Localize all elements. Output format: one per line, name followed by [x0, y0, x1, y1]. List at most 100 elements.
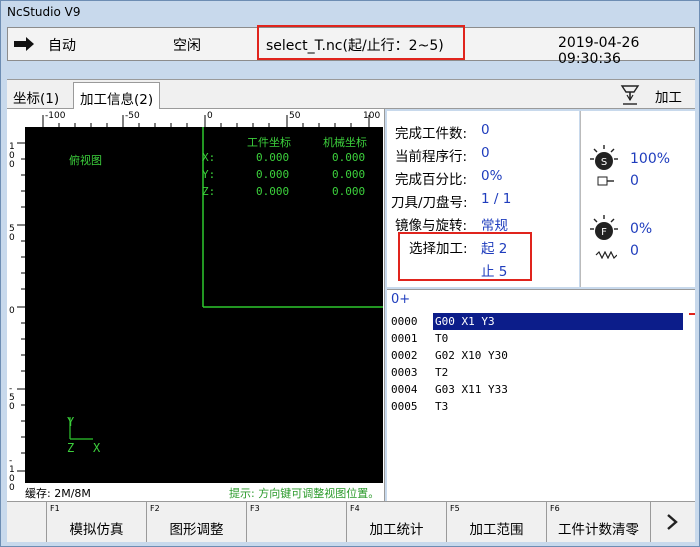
main-window: NcStudio V9 自动 空闲 select_T.nc(起/止行：2~5) … — [0, 0, 700, 547]
tab-machining-info[interactable]: 加工信息(2) — [73, 82, 161, 109]
coord-axis: X: — [202, 151, 216, 164]
fkey-spacer — [7, 502, 47, 542]
coord-machine-value: 0.000 — [332, 185, 366, 198]
spindle-value: 0 — [630, 173, 639, 189]
ruler-left-label: -1 0 0 — [9, 456, 15, 493]
ruler-top-label: 100 — [363, 111, 381, 121]
current-line-value: 0 — [481, 145, 490, 161]
fkey-number: F5 — [450, 504, 460, 513]
line-code: T2 — [435, 366, 449, 379]
ruler-left-label: -5 0 — [9, 384, 15, 412]
fkey-label: 加工统计 — [369, 522, 424, 538]
more-button[interactable] — [651, 502, 695, 542]
coord-machine-value: 0.000 — [332, 168, 366, 181]
toolpath-canvas[interactable]: 俯视图 工件坐标 机械坐标 X: 0.000 0.000 Y: 0.000 0.… — [25, 127, 383, 483]
file-name: select_T.nc(起/止行：2~5) — [266, 38, 444, 54]
fkey-label: 模拟仿真 — [69, 522, 124, 538]
percent-value: 0% — [481, 168, 503, 184]
machine-action-label[interactable]: 加工 — [655, 86, 682, 106]
line-number: 0005 — [391, 400, 418, 413]
line-code: G03 X11 Y33 — [435, 383, 508, 396]
status-bar: 自动 空闲 select_T.nc(起/止行：2~5) 2019-04-26 0… — [7, 25, 695, 67]
ruler-left-label: 0 — [9, 306, 15, 316]
spindle-speed-icon[interactable]: S — [589, 144, 619, 174]
coord-work-value: 0.000 — [256, 168, 290, 181]
coord-work-value: 0.000 — [256, 151, 290, 164]
spindle-feed-panel: S 100% 0 F 0% 0 — [580, 111, 695, 287]
gcode-header: 0+ — [391, 292, 411, 307]
ruler-left: 1 0 0 5 0 0 -5 0 -1 0 0 — [9, 127, 25, 493]
chevron-right-icon — [667, 514, 678, 530]
list-item[interactable]: 0005 T3 — [387, 398, 687, 415]
spindle-tool-icon — [597, 175, 615, 186]
axis-y-label: Y — [67, 415, 75, 429]
list-item[interactable]: 0004 G03 X11 Y33 — [387, 381, 687, 398]
gcode-list[interactable]: 0+ 0000 G00 X1 Y3 0001 T0 0002 G02 X10 Y… — [387, 289, 695, 501]
list-item[interactable]: 0000 G00 X1 Y3 — [387, 313, 687, 330]
line-code: T0 — [435, 332, 449, 345]
line-number: 0004 — [391, 383, 418, 396]
line-number: 0001 — [391, 332, 418, 345]
feed-rate-icon[interactable]: F — [589, 214, 619, 244]
run-state: 空闲 — [173, 38, 201, 54]
f2-graphic-adjust-button[interactable]: F2 图形调整 — [147, 502, 247, 542]
f3-button[interactable]: F3 — [247, 502, 347, 542]
mirror-value: 常规 — [481, 218, 508, 234]
tool-label: 刀具/刀盘号: — [391, 195, 468, 211]
tab-coordinates[interactable]: 坐标(1) — [7, 82, 65, 109]
line-code: T3 — [435, 400, 449, 413]
fkey-label: 加工范围 — [469, 522, 524, 538]
coord-axis: Y: — [202, 168, 216, 181]
feed-icon-letter: F — [601, 227, 607, 238]
mirror-label: 镜像与旋转: — [395, 218, 468, 234]
list-item[interactable]: 0001 T0 — [387, 330, 687, 347]
list-item[interactable]: 0002 G02 X10 Y30 — [387, 347, 687, 364]
tab-bar: 坐标(1) 加工信息(2) 加工 — [7, 79, 695, 109]
feed-wave-icon — [595, 248, 618, 260]
spindle-icon-letter: S — [601, 157, 607, 168]
scroll-marker — [689, 313, 695, 315]
cache-usage: 缓存: 2M/8M — [25, 487, 91, 500]
datetime: 2019-04-26 09:30:36 — [558, 35, 640, 67]
current-line-label: 当前程序行: — [395, 149, 468, 165]
machine-coord-header: 机械坐标 — [323, 136, 367, 149]
fkey-number: F2 — [150, 504, 160, 513]
list-item[interactable]: 0003 T2 — [387, 364, 687, 381]
f5-range-button[interactable]: F5 加工范围 — [447, 502, 547, 542]
line-number: 0003 — [391, 366, 418, 379]
feed-percent: 0% — [630, 221, 653, 237]
line-code: G02 X10 Y30 — [435, 349, 508, 362]
select-start-value: 起 2 — [481, 241, 508, 257]
ruler-top-label: -50 — [125, 111, 140, 121]
function-key-bar: F1 模拟仿真 F2 图形调整 F3 F4 加工统计 F5 加工范围 F6 工件… — [7, 501, 695, 542]
feed-value: 0 — [630, 243, 639, 259]
fkey-number: F1 — [50, 504, 60, 513]
tool-value: 1 / 1 — [481, 191, 512, 207]
view-label: 俯视图 — [69, 154, 102, 167]
select-end-value: 止 5 — [481, 264, 508, 280]
ruler-top-label: 50 — [289, 111, 301, 121]
ruler-top-label: 0 — [207, 111, 213, 121]
f4-statistics-button[interactable]: F4 加工统计 — [347, 502, 447, 542]
spindle-percent: 100% — [630, 151, 671, 167]
machine-icon[interactable] — [619, 83, 641, 107]
line-number: 0000 — [391, 315, 418, 328]
window-title: NcStudio V9 — [7, 5, 81, 19]
run-mode: 自动 — [48, 38, 76, 54]
ruler-top: -100 -50 0 50 100 — [25, 111, 383, 127]
line-number: 0002 — [391, 349, 418, 362]
fkey-number: F4 — [350, 504, 360, 513]
ruler-left-label: 1 0 0 — [9, 142, 15, 170]
fkey-number: F3 — [250, 504, 260, 513]
done-count-label: 完成工件数: — [395, 126, 468, 142]
f6-reset-count-button[interactable]: F6 工件计数清零 — [547, 502, 651, 542]
axis-z-label: Z — [67, 441, 75, 455]
coord-machine-value: 0.000 — [332, 151, 366, 164]
ruler-top-label: -100 — [45, 111, 66, 121]
arrow-right-icon — [12, 34, 36, 54]
line-code: G00 X1 Y3 — [433, 313, 683, 330]
percent-label: 完成百分比: — [395, 172, 468, 188]
done-count-value: 0 — [481, 122, 490, 138]
f1-simulate-button[interactable]: F1 模拟仿真 — [47, 502, 147, 542]
work-coord-header: 工件坐标 — [247, 136, 291, 149]
